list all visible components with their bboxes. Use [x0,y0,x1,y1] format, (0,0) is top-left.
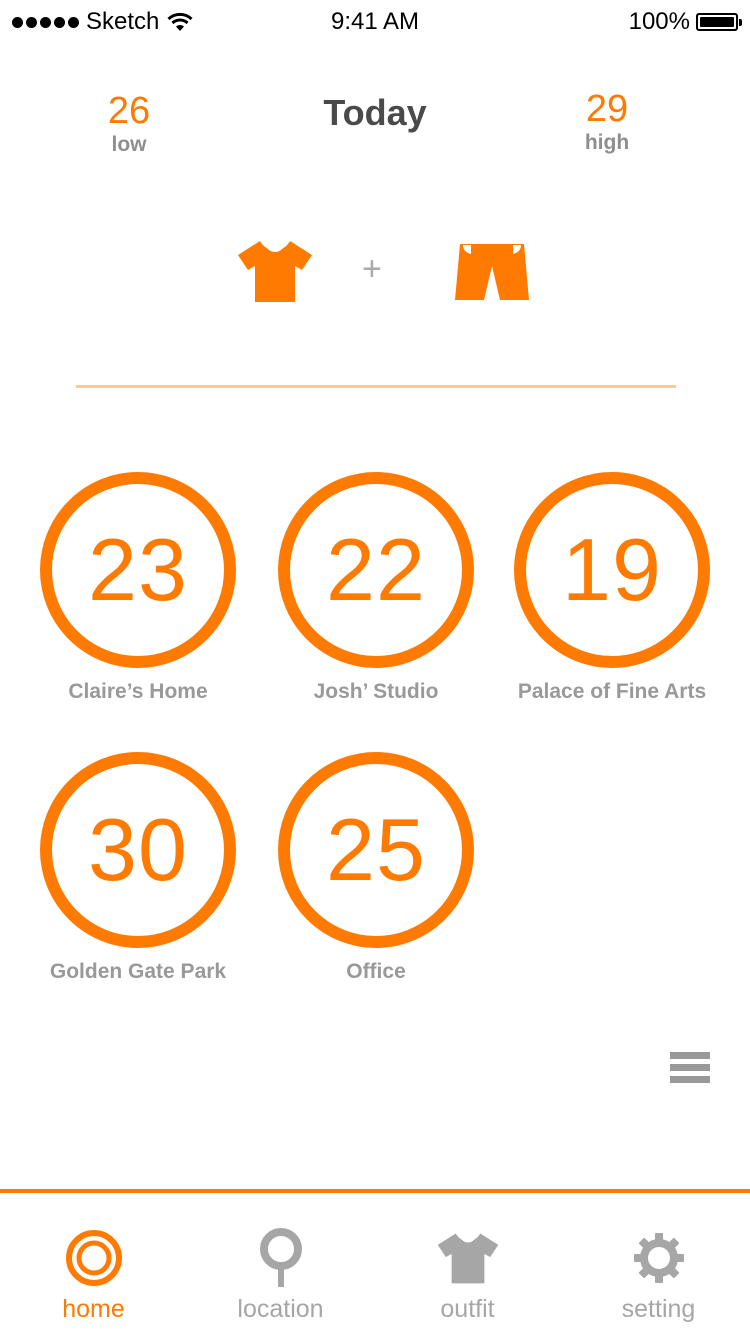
gear-icon [633,1233,684,1283]
tab-bar: home location outfit setting [0,1189,750,1334]
tab-home[interactable]: home [0,1193,187,1334]
target-icon [65,1230,122,1286]
divider [76,385,676,388]
tshirt-icon [437,1233,498,1284]
tab-setting[interactable]: setting [565,1193,750,1334]
location-temp: 23 [88,520,188,619]
pin-icon [259,1228,302,1287]
tab-home-label: home [62,1295,125,1323]
temperature-ring: 22 [278,472,474,668]
location-temp: 22 [326,520,426,619]
location-temp: 30 [88,800,188,899]
location-temp: 25 [326,800,426,899]
high-temp: 29 high [527,88,687,156]
location-card[interactable]: 23 Claire’s Home [18,472,258,704]
plus-sign: + [362,250,382,288]
location-name: Palace of Fine Arts [517,680,707,703]
location-card[interactable]: 19 Palace of Fine Arts [492,472,732,704]
temperature-ring: 30 [40,752,236,948]
location-card[interactable]: 22 Josh’ Studio [256,472,496,704]
shorts-icon [455,244,529,300]
location-name: Claire’s Home [68,680,208,703]
location-card[interactable]: 30 Golden Gate Park [18,752,258,984]
temperature-ring: 19 [514,472,710,668]
temperature-ring: 25 [278,752,474,948]
tab-location[interactable]: location [187,1193,374,1334]
temperature-ring: 23 [40,472,236,668]
battery-percent: 100% [628,8,690,35]
status-right: 100% [628,8,742,36]
status-bar: Sketch 9:41 AM 100% [0,0,750,40]
high-temp-label: high [584,131,630,154]
tab-setting-label: setting [621,1295,696,1323]
tshirt-icon [238,241,312,302]
location-name: Josh’ Studio [313,680,439,703]
battery-icon [696,13,742,31]
tab-outfit[interactable]: outfit [374,1193,561,1334]
high-temp-value: 29 [585,88,629,130]
hamburger-menu-icon[interactable] [670,1052,710,1088]
tab-location-label: location [237,1295,324,1323]
location-temp: 19 [562,520,662,619]
location-card[interactable]: 25 Office [256,752,496,984]
tab-outfit-label: outfit [440,1295,495,1323]
location-name: Golden Gate Park [49,960,227,983]
low-temp-label: low [111,133,147,156]
location-name: Office [346,960,406,983]
